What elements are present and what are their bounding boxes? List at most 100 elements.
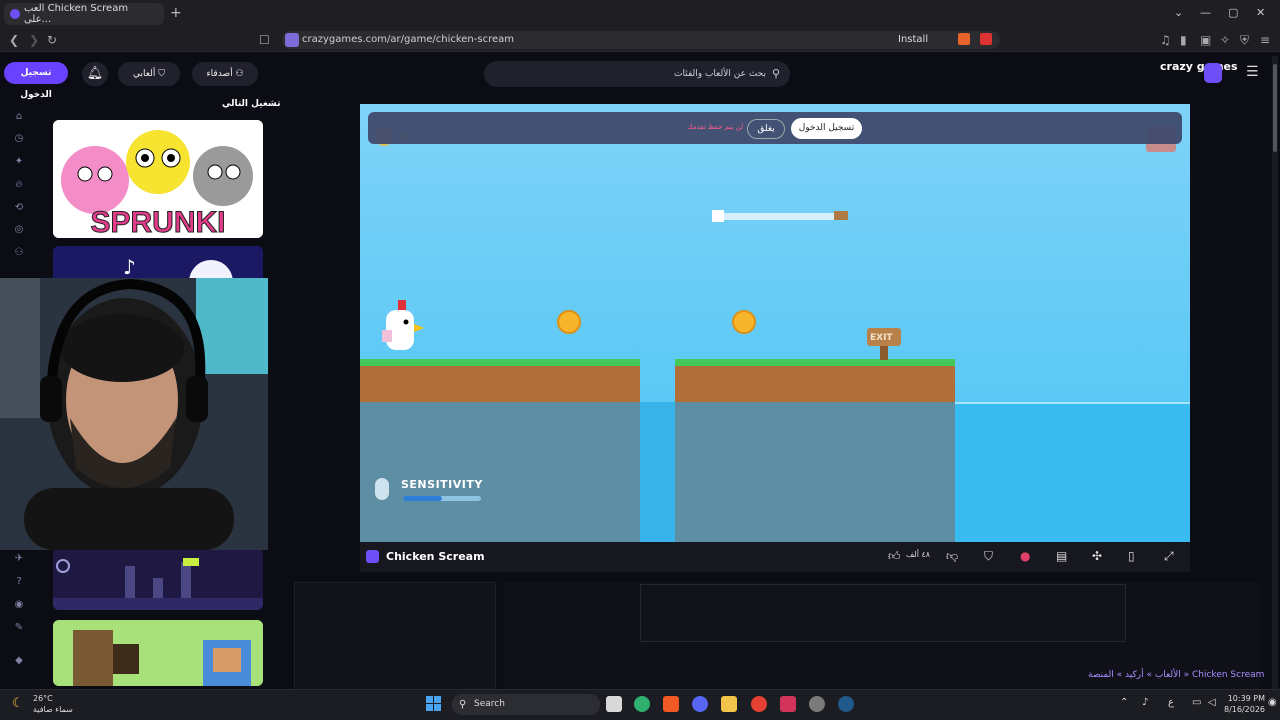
- geometry-art: [53, 548, 263, 610]
- tab-title: العب Chicken Scream على...: [23, 3, 129, 25]
- multiplayer-icon[interactable]: ⚇: [12, 247, 26, 259]
- new-icon[interactable]: ✦: [12, 156, 26, 168]
- search-placeholder: بحث عن الألعاب والفئات: [674, 69, 766, 79]
- share-icon[interactable]: ✣: [1092, 549, 1102, 563]
- game-thumbnail-sprunki[interactable]: SPRUNKI: [53, 120, 263, 238]
- browser-menu-icon[interactable]: ≡: [1260, 33, 1270, 47]
- chrome-icon[interactable]: [751, 696, 767, 712]
- hamburger-menu-icon[interactable]: ☰: [1246, 64, 1259, 80]
- vpn-icon[interactable]: ⛨: [1240, 33, 1249, 48]
- maximize-icon[interactable]: ▢: [1228, 6, 1238, 19]
- media-icon[interactable]: ♫: [1160, 33, 1171, 47]
- feedback-icon[interactable]: ▤: [1056, 549, 1067, 563]
- login-button[interactable]: تسجيل الدخول: [4, 62, 68, 100]
- new-tab-button[interactable]: +: [170, 5, 182, 21]
- brave-icon[interactable]: [663, 696, 679, 712]
- driving-icon[interactable]: ◉: [12, 599, 26, 611]
- leo-icon[interactable]: ✧: [1220, 33, 1230, 47]
- sprunki-title: SPRUNKI: [90, 206, 225, 238]
- skip-button[interactable]: يغلق: [747, 119, 785, 139]
- game-thumbnail-geometry[interactable]: [53, 548, 263, 610]
- steam-icon[interactable]: [838, 696, 854, 712]
- notification-icon[interactable]: ◉: [1268, 697, 1277, 708]
- favorite-icon[interactable]: ⛉: [984, 549, 993, 564]
- taskbar-search-label: Search: [474, 699, 505, 709]
- obs-icon[interactable]: [809, 696, 825, 712]
- scrollbar-thumb[interactable]: [1273, 64, 1277, 152]
- coin: [557, 310, 581, 334]
- trending-icon[interactable]: 🔥︎: [12, 179, 26, 191]
- sensitivity-label: SENSITIVITY: [401, 478, 483, 491]
- close-icon[interactable]: ✕: [1256, 6, 1265, 19]
- crazygames-logo-icon[interactable]: [1204, 63, 1222, 83]
- home-icon[interactable]: ⌂: [12, 111, 26, 123]
- sidebar-toggle-icon[interactable]: ▮: [1180, 33, 1187, 47]
- rewards-icon[interactable]: [980, 33, 992, 45]
- reload-icon[interactable]: ↻: [47, 33, 57, 47]
- sprunki-art: SPRUNKI: [53, 120, 263, 238]
- my-games-button[interactable]: ألعابي ⛉: [118, 62, 180, 86]
- updated-icon[interactable]: ⟲: [12, 202, 26, 214]
- action-icon[interactable]: ✈: [12, 553, 26, 565]
- taskbar-search[interactable]: ⚲ Search: [452, 694, 600, 715]
- discord-icon[interactable]: [692, 696, 708, 712]
- file-explorer-icon[interactable]: [606, 696, 622, 712]
- notifications-bell-icon[interactable]: 🔔︎: [82, 62, 108, 86]
- folder-icon[interactable]: [721, 696, 737, 712]
- browser-tab[interactable]: العب Chicken Scream على...: [4, 3, 164, 25]
- puzzle-icon[interactable]: ?: [12, 576, 26, 588]
- network-icon[interactable]: ▭: [1192, 697, 1201, 708]
- edge-icon[interactable]: [634, 696, 650, 712]
- crazygames-logo[interactable]: crazy games: [1160, 60, 1238, 73]
- forward-icon[interactable]: ❯: [29, 33, 39, 47]
- logo-text: crazy games: [1160, 60, 1238, 73]
- coin: [732, 310, 756, 334]
- site-info-icon[interactable]: [285, 33, 299, 47]
- app-icon[interactable]: [780, 696, 796, 712]
- ad-slot-banner: [640, 584, 1126, 642]
- people-icon: ⚇: [235, 69, 244, 79]
- tab-list-icon[interactable]: ⌄: [1174, 6, 1183, 19]
- volume-icon[interactable]: ◁: [1208, 697, 1216, 708]
- mobile-icon[interactable]: ▯: [1128, 549, 1135, 563]
- svg-text:♪: ♪: [123, 255, 136, 279]
- game-canvas[interactable]: لن يتم حفظ تقدمك يغلق تسجيل الدخول EXIT …: [360, 104, 1190, 542]
- brave-shields-icon[interactable]: [958, 33, 970, 45]
- weather-widget[interactable]: 26°C سماء صافية: [33, 693, 73, 715]
- game-thumbnail-blocks[interactable]: [53, 620, 263, 686]
- recent-icon[interactable]: ◷: [12, 133, 26, 145]
- bookmark-icon[interactable]: ☐: [259, 33, 270, 47]
- friends-button[interactable]: أصدقاء ⚇: [192, 62, 258, 86]
- tray-chevron-icon[interactable]: ⌃: [1120, 697, 1128, 708]
- tags-icon[interactable]: ◆: [12, 655, 26, 667]
- install-button[interactable]: Install: [898, 34, 928, 45]
- url-field[interactable]: crazygames.com/ar/game/chicken-scream: [282, 31, 1000, 49]
- mod-icon[interactable]: ●: [1020, 549, 1030, 563]
- url-text: crazygames.com/ar/game/chicken-scream: [302, 34, 515, 45]
- microphone-icon: [375, 478, 389, 500]
- clicker-icon[interactable]: ✎: [12, 622, 26, 634]
- like-icon[interactable]: 👍︎: [888, 549, 901, 564]
- dislike-icon[interactable]: 👎︎: [946, 549, 958, 564]
- language-indicator[interactable]: ع: [1168, 697, 1174, 708]
- fullscreen-icon[interactable]: ⤢: [1164, 549, 1174, 564]
- wallet-icon[interactable]: ▣: [1200, 33, 1211, 47]
- windows-start-icon[interactable]: [426, 696, 441, 711]
- progress-not-saved-message: لن يتم حفظ تقدمك: [687, 123, 744, 131]
- originals-icon[interactable]: ◎: [12, 224, 26, 236]
- back-icon[interactable]: ❮: [9, 33, 19, 47]
- search-icon: ⚲: [771, 67, 780, 80]
- weather-temp: 26°C: [33, 694, 53, 703]
- mic-tray-icon[interactable]: ♪: [1142, 697, 1148, 708]
- search-input[interactable]: بحث عن الألعاب والفئات ⚲: [484, 61, 790, 87]
- taskbar-clock[interactable]: 10:39 PM 8/16/2026: [1224, 693, 1265, 715]
- search-icon: ⚲: [459, 699, 467, 710]
- game-login-button[interactable]: تسجيل الدخول: [791, 118, 862, 139]
- bookmark-icon: ⛉: [158, 69, 165, 79]
- breadcrumb[interactable]: الألعاب » أركيد » المنصة » Chicken Screa…: [1088, 670, 1264, 680]
- progress-chicken-marker: [712, 210, 724, 222]
- minimize-icon[interactable]: —: [1200, 6, 1211, 19]
- moon-weather-icon: ☾: [12, 696, 24, 711]
- clock-date: 8/16/2026: [1224, 705, 1266, 714]
- clock-time: 10:39 PM: [1227, 694, 1266, 703]
